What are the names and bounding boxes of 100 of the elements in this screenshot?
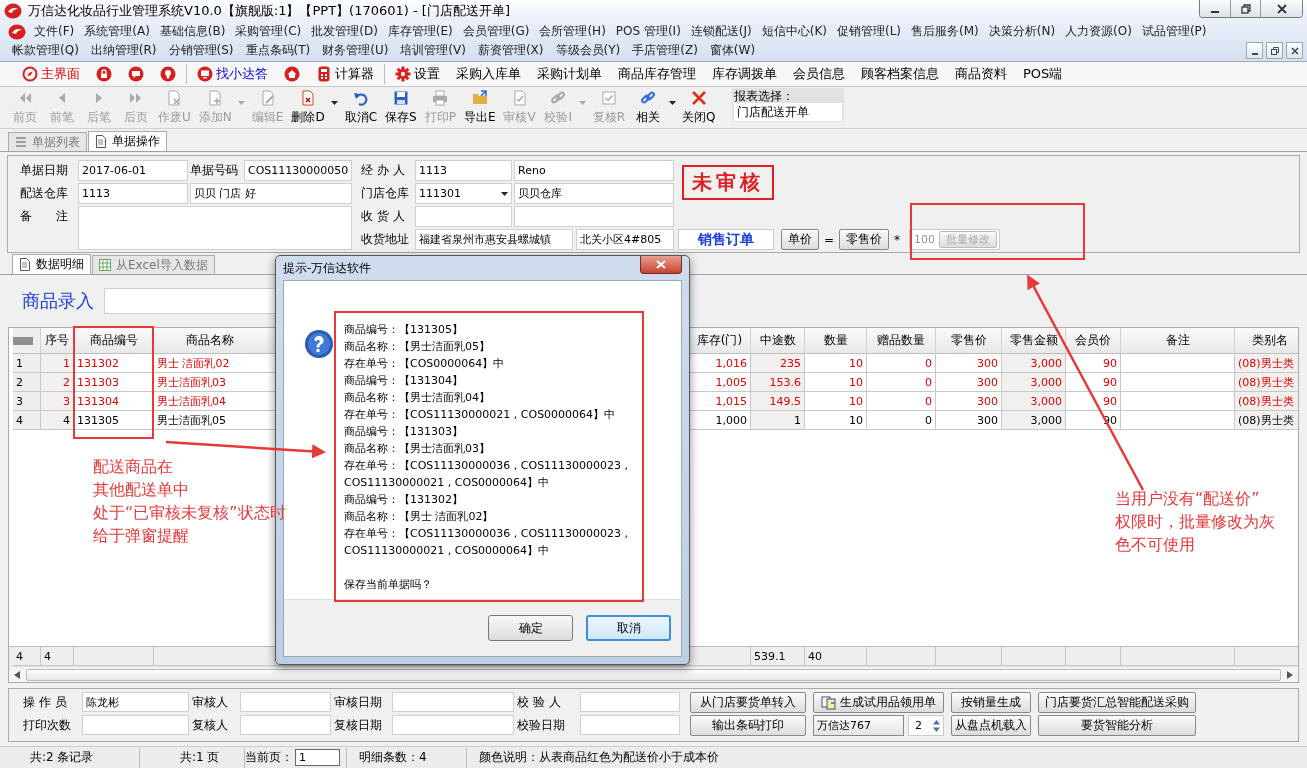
menu-item[interactable]: 短信中心(K): [757, 22, 831, 41]
action-button[interactable]: 生成试用品领用单: [813, 692, 944, 713]
column-header[interactable]: 零售价: [936, 328, 1002, 354]
close-button[interactable]: [1260, 0, 1302, 17]
minimize-button[interactable]: [1246, 42, 1263, 59]
menu-item[interactable]: 等级会员(Y): [551, 41, 625, 60]
toolbar-button[interactable]: 取消C: [340, 88, 381, 127]
input-field[interactable]: 福建省泉州市惠安县螺城镇: [415, 229, 573, 250]
input-field[interactable]: Reno: [514, 160, 674, 181]
column-header[interactable]: 库存(门): [689, 328, 751, 354]
menu-item[interactable]: 系统管理(A): [80, 22, 154, 41]
input-field[interactable]: 2017-06-01: [78, 160, 188, 181]
action-button[interactable]: 输出条码打印: [690, 715, 806, 736]
close-button[interactable]: [1286, 42, 1303, 59]
menu-item[interactable]: 人力资源(O): [1061, 22, 1136, 41]
menu-item[interactable]: 售后服务(M): [907, 22, 983, 41]
input-field[interactable]: 贝贝 门店 好: [190, 183, 352, 204]
action-button[interactable]: 按销量生成: [951, 692, 1031, 713]
action-button[interactable]: 从盘点机载入: [951, 715, 1031, 736]
shortcut-button[interactable]: 计算器: [308, 63, 382, 85]
text-area[interactable]: [78, 206, 352, 250]
column-header[interactable]: 类别名: [1235, 328, 1298, 354]
restore-button[interactable]: [1266, 42, 1283, 59]
toolbar-button[interactable]: 删除D: [287, 88, 329, 127]
menu-item[interactable]: 帐款管理(Q): [8, 41, 83, 60]
input-field[interactable]: 陈龙彬: [82, 692, 189, 712]
menu-item[interactable]: POS 管理(I): [611, 22, 685, 41]
column-menu-icon[interactable]: [13, 328, 41, 354]
shortcut-button[interactable]: 会员信息: [785, 63, 853, 85]
action-button[interactable]: 门店要货汇总智能配送采购: [1038, 692, 1196, 713]
toolbar-button[interactable]: 相关: [629, 88, 667, 127]
menu-item[interactable]: 手店管理(Z): [628, 41, 702, 60]
column-header[interactable]: 数量: [805, 328, 867, 354]
tab[interactable]: 数据明细: [12, 254, 91, 274]
input-field[interactable]: 1: [295, 749, 340, 766]
column-header[interactable]: 备注: [1121, 328, 1235, 354]
toolbar-button[interactable]: 导出E: [459, 88, 500, 127]
input-field[interactable]: [580, 715, 680, 735]
menu-item[interactable]: 培训管理(V): [396, 41, 470, 60]
shortcut-button[interactable]: POS端: [1015, 63, 1071, 85]
menu-item[interactable]: 决策分析(N): [984, 22, 1060, 41]
shortcut-button[interactable]: 采购入库单: [448, 63, 529, 85]
menu-item[interactable]: 采购管理(C): [231, 22, 306, 41]
shortcut-button[interactable]: 设置: [387, 63, 448, 85]
shortcut-button[interactable]: 主界面: [14, 63, 88, 85]
input-field[interactable]: [392, 715, 514, 735]
shortcut-button[interactable]: 商品资料: [947, 63, 1015, 85]
toolbar-button[interactable]: 保存S: [381, 88, 421, 127]
tab[interactable]: 单据操作: [88, 131, 167, 151]
input-field[interactable]: 1113: [415, 160, 512, 181]
column-header[interactable]: 赠品数量: [867, 328, 936, 354]
input-field[interactable]: 北关小区4#805: [576, 229, 674, 250]
price-button[interactable]: 单价: [781, 229, 819, 250]
column-header[interactable]: 商品编号: [74, 328, 154, 354]
menu-item[interactable]: 重点条码(T): [241, 41, 315, 60]
menu-item[interactable]: 会所管理(H): [535, 22, 610, 41]
dialog-button[interactable]: 取消: [586, 615, 671, 641]
menu-item[interactable]: 财务管理(U): [318, 41, 393, 60]
input-field[interactable]: [392, 692, 514, 712]
report-field[interactable]: 门店配送开单: [733, 103, 842, 121]
menu-item[interactable]: 促销管理(L): [833, 22, 906, 41]
menu-item[interactable]: 出纳管理(R): [86, 41, 161, 60]
menu-item[interactable]: 库存管理(E): [383, 22, 457, 41]
shortcut-button[interactable]: 库存调拨单: [704, 63, 785, 85]
input-field[interactable]: [415, 206, 512, 227]
restore-button[interactable]: [1230, 0, 1260, 17]
column-header[interactable]: 零售金额: [1002, 328, 1066, 354]
input-field[interactable]: [82, 715, 189, 735]
column-header[interactable]: 序号: [41, 328, 74, 354]
input-field[interactable]: COS11130000050: [244, 160, 352, 181]
shortcut-button[interactable]: 顾客档案信息: [853, 63, 947, 85]
action-button[interactable]: 要货智能分析: [1038, 715, 1196, 736]
input-field[interactable]: 1113: [78, 183, 188, 204]
menu-item[interactable]: 薪资管理(X): [473, 41, 548, 60]
shortcut-button[interactable]: 找小达答: [189, 63, 276, 85]
menu-item[interactable]: 文件(F): [30, 22, 79, 41]
input-field[interactable]: [580, 692, 680, 712]
minimize-button[interactable]: [1200, 0, 1230, 17]
menu-item[interactable]: 连锁配送(J): [686, 22, 756, 41]
menu-item[interactable]: 窗体(W): [705, 41, 760, 60]
shortcut-button[interactable]: 商品库存管理: [610, 63, 704, 85]
column-header[interactable]: 中途数: [751, 328, 805, 354]
menu-item[interactable]: 基础信息(B): [155, 22, 230, 41]
input-field[interactable]: [514, 206, 674, 227]
tab[interactable]: 单据列表: [8, 132, 87, 151]
column-header[interactable]: 会员价: [1066, 328, 1121, 354]
menu-item[interactable]: 批发管理(D): [307, 22, 382, 41]
toolbar-button[interactable]: 关闭Q: [678, 88, 720, 127]
input-field[interactable]: [240, 715, 331, 735]
menu-item[interactable]: 试品管理(P): [1137, 22, 1211, 41]
action-button[interactable]: 从门店要货单转入: [690, 692, 806, 713]
price-button[interactable]: 零售价: [839, 229, 890, 250]
close-button[interactable]: [640, 256, 682, 274]
dropdown-field[interactable]: 111301: [415, 183, 512, 204]
tab[interactable]: 从Excel导入数据: [92, 255, 215, 274]
input-field[interactable]: 贝贝仓库: [514, 183, 674, 204]
menu-item[interactable]: 分销管理(S): [164, 41, 238, 60]
shortcut-button[interactable]: 采购计划单: [529, 63, 610, 85]
horizontal-scrollbar[interactable]: [9, 666, 1298, 682]
dialog-button[interactable]: 确定: [488, 615, 573, 641]
